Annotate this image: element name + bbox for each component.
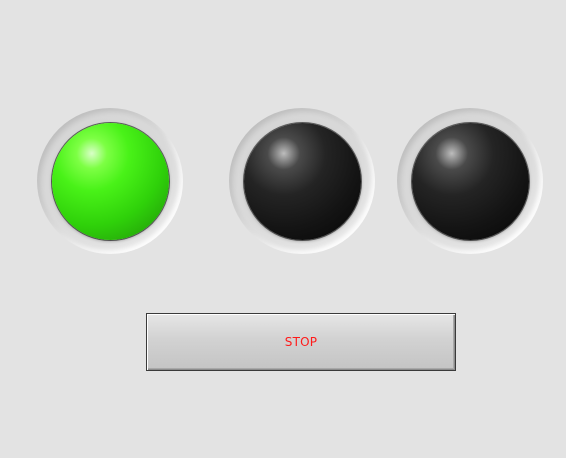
indicator-led-2 <box>229 108 375 254</box>
indicator-led-1 <box>37 108 183 254</box>
lamp-off <box>244 123 361 240</box>
lamp-off <box>412 123 529 240</box>
green-lamp-on <box>52 123 169 240</box>
indicator-led-3 <box>397 108 543 254</box>
stop-button[interactable]: STOP <box>146 313 456 371</box>
stop-button-label: STOP <box>284 335 318 349</box>
